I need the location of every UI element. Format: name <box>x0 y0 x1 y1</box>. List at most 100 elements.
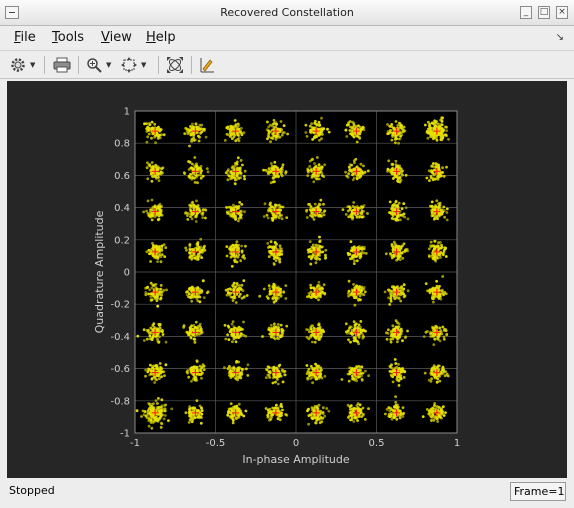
autoscale-button[interactable] <box>166 55 184 75</box>
fit-to-view-button[interactable]: ▼ <box>121 55 146 75</box>
chevron-down-icon[interactable]: ▼ <box>30 61 35 69</box>
symbol-point <box>149 368 153 371</box>
symbol-point <box>277 175 280 179</box>
symbol-point <box>156 173 160 176</box>
symbol-point <box>234 340 238 344</box>
symbol-point <box>393 369 396 372</box>
menu-file[interactable]: File <box>14 30 36 45</box>
symbol-point <box>360 211 364 214</box>
dock-arrow-icon[interactable]: ↘ <box>556 32 564 43</box>
symbol-point <box>319 372 323 376</box>
menu-tools[interactable]: Tools <box>52 30 84 45</box>
symbol-point <box>361 247 365 251</box>
symbol-point <box>146 370 150 374</box>
x-tick-label: -1 <box>130 438 140 449</box>
symbol-point <box>236 407 240 411</box>
symbol-point <box>199 369 203 373</box>
symbol-point <box>307 422 310 426</box>
symbol-point <box>267 255 271 258</box>
symbol-point <box>349 132 352 136</box>
symbol-point <box>390 172 394 175</box>
symbol-point <box>305 364 309 367</box>
symbol-point <box>313 202 317 206</box>
symbol-point <box>154 399 158 403</box>
chevron-down-icon[interactable]: ▼ <box>141 61 146 69</box>
symbol-point <box>158 335 161 339</box>
symbol-point <box>239 159 243 162</box>
symbol-point <box>196 181 199 185</box>
symbol-point <box>317 244 320 247</box>
symbol-point <box>441 275 445 278</box>
constellation-plot[interactable]: -1 -0.5 0 0.5 110.80.60.40.20-0.2-0.4-0.6-0.… <box>7 81 567 478</box>
symbol-point <box>232 366 236 370</box>
symbol-point <box>347 289 351 293</box>
symbol-point <box>348 120 352 123</box>
symbol-point <box>153 381 157 384</box>
symbol-point <box>312 326 316 330</box>
symbol-point <box>162 417 166 421</box>
symbol-point <box>309 257 313 261</box>
symbol-point <box>271 369 275 372</box>
symbol-point <box>196 204 200 207</box>
symbol-point <box>362 293 366 297</box>
symbol-point <box>237 375 241 378</box>
symbol-point <box>317 280 321 284</box>
symbol-point <box>397 413 400 417</box>
symbol-point <box>197 246 201 249</box>
symbol-point <box>430 211 434 215</box>
symbol-point <box>202 296 206 299</box>
chevron-down-icon[interactable]: ▼ <box>106 61 111 69</box>
symbol-point <box>323 209 327 213</box>
symbol-point <box>362 329 366 333</box>
symbol-point <box>160 398 164 402</box>
symbol-point <box>236 255 240 259</box>
symbol-point <box>402 202 406 205</box>
symbol-point <box>431 373 435 376</box>
symbol-point <box>231 421 235 425</box>
print-button[interactable] <box>53 55 71 75</box>
symbol-point <box>434 259 437 263</box>
close-button[interactable]: × <box>556 6 568 19</box>
symbol-point <box>433 246 436 250</box>
menu-view[interactable]: View <box>101 30 132 45</box>
symbol-point <box>319 335 322 338</box>
settings-button[interactable]: ▼ <box>10 55 35 75</box>
menu-help[interactable]: Help <box>146 30 176 45</box>
symbol-point <box>423 123 427 127</box>
symbol-point <box>264 376 268 379</box>
symbol-point <box>314 261 318 265</box>
symbol-point <box>184 411 188 415</box>
symbol-point <box>347 165 351 169</box>
symbol-point <box>432 127 436 130</box>
symbol-point <box>280 217 284 221</box>
symbol-point <box>243 169 247 173</box>
symbol-point <box>239 292 242 296</box>
symbol-point <box>225 293 229 297</box>
minimize-button[interactable]: _ <box>520 6 532 19</box>
symbol-point <box>269 140 272 144</box>
symbol-point <box>158 208 162 212</box>
plot-style-button[interactable] <box>199 55 215 75</box>
symbol-point <box>280 213 284 217</box>
symbol-point <box>311 373 315 377</box>
symbol-point <box>229 402 233 406</box>
symbol-point <box>428 122 432 126</box>
symbol-point <box>433 293 437 296</box>
symbol-point <box>236 166 240 170</box>
symbol-point <box>188 251 192 255</box>
symbol-point <box>150 161 154 164</box>
symbol-point <box>308 240 312 244</box>
maximize-button[interactable]: □ <box>538 6 550 19</box>
symbol-point <box>348 129 352 132</box>
zoom-button[interactable]: ▼ <box>86 55 111 75</box>
symbol-point <box>269 412 273 415</box>
symbol-point <box>226 333 230 337</box>
symbol-point <box>246 363 250 367</box>
symbol-point <box>273 180 276 184</box>
symbol-point <box>149 292 153 296</box>
x-tick-label: 0 <box>293 438 299 449</box>
symbol-point <box>391 324 395 328</box>
symbol-point <box>199 173 203 177</box>
symbol-point <box>266 242 270 245</box>
symbol-point <box>360 287 363 290</box>
